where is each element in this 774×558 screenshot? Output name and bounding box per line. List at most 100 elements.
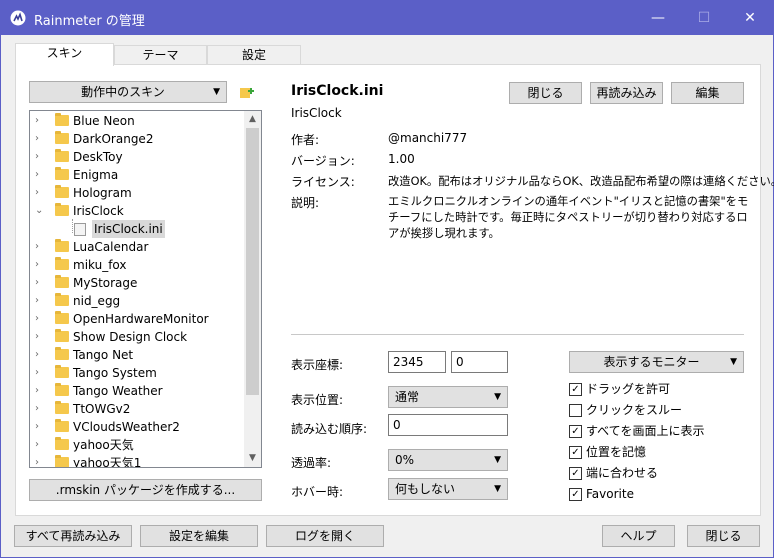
option-label: Favorite (586, 487, 634, 501)
collapsed-chevron-icon[interactable]: › (35, 364, 39, 382)
coord-x-input[interactable]: 2345 (388, 351, 446, 373)
tab-settings[interactable]: 設定 (207, 45, 301, 65)
option-label: ドラッグを許可 (586, 382, 671, 396)
collapsed-chevron-icon[interactable]: › (35, 328, 39, 346)
skin-tree[interactable]: › yahoo天気1 › yahoo天気 › VCloudsWeather2 › TtOWGv… (29, 110, 262, 468)
close-window-button[interactable]: ✕ (727, 1, 773, 35)
tree-folder-item[interactable]: ⌄ IrisClock (30, 202, 242, 220)
collapsed-chevron-icon[interactable]: › (35, 148, 39, 166)
collapsed-chevron-icon[interactable]: › (35, 418, 39, 436)
collapsed-chevron-icon[interactable]: › (35, 274, 39, 292)
hover-dropdown[interactable]: 何もしない ▼ (388, 478, 508, 500)
tree-folder-item[interactable]: › TtOWGv2 (30, 400, 242, 418)
tree-item-label: TtOWGv2 (73, 402, 131, 416)
create-rmskin-button[interactable]: .rmskin パッケージを作成する... (29, 479, 262, 501)
rainmeter-app-icon (10, 10, 26, 26)
checkbox-empty-icon[interactable] (569, 404, 582, 417)
expanded-chevron-icon[interactable]: ⌄ (35, 202, 43, 220)
tree-folder-item[interactable]: › Tango System (30, 364, 242, 382)
collapsed-chevron-icon[interactable]: › (35, 346, 39, 364)
collapsed-chevron-icon[interactable]: › (35, 400, 39, 418)
checkbox-checked-icon[interactable]: ✓ (569, 446, 582, 459)
maximize-button[interactable]: ☐ (681, 1, 727, 35)
collapsed-chevron-icon[interactable]: › (35, 436, 39, 454)
tree-item-label: DeskToy (73, 150, 123, 164)
chevron-down-icon: ▼ (213, 87, 220, 97)
folder-icon (55, 239, 69, 252)
add-skin-icon[interactable] (239, 84, 255, 100)
tree-folder-item[interactable]: › DarkOrange2 (30, 130, 242, 148)
tree-item-label: yahoo天気 (73, 438, 134, 452)
tree-scrollbar[interactable]: ▲ ▼ (244, 111, 261, 467)
collapsed-chevron-icon[interactable]: › (35, 292, 39, 310)
tree-folder-item[interactable]: › Tango Net (30, 346, 242, 364)
folder-icon (55, 401, 69, 414)
edit-settings-button[interactable]: 設定を編集 (140, 525, 258, 547)
tree-folder-item[interactable]: › MyStorage (30, 274, 242, 292)
checkbox-checked-icon[interactable]: ✓ (569, 488, 582, 501)
tree-folder-item[interactable]: › yahoo天気1 (30, 454, 242, 467)
position-label: 表示位置: (291, 393, 344, 407)
collapsed-chevron-icon[interactable]: › (35, 130, 39, 148)
tree-folder-item[interactable]: › Blue Neon (30, 112, 242, 130)
minimize-button[interactable]: — (635, 1, 681, 35)
tab-themes[interactable]: テーマ (114, 45, 207, 65)
chevron-down-icon: ▼ (730, 357, 737, 367)
tree-folder-item[interactable]: › yahoo天気 (30, 436, 242, 454)
collapsed-chevron-icon[interactable]: › (35, 256, 39, 274)
refresh-all-button[interactable]: すべて再読み込み (14, 525, 132, 547)
tree-folder-item[interactable]: › Show Design Clock (30, 328, 242, 346)
display-monitor-button[interactable]: 表示するモニター ▼ (569, 351, 744, 373)
collapsed-chevron-icon[interactable]: › (35, 184, 39, 202)
coord-y-input[interactable]: 0 (451, 351, 508, 373)
tree-folder-item[interactable]: › nid_egg (30, 292, 242, 310)
tree-item-label: Hologram (73, 186, 132, 200)
close-button[interactable]: 閉じる (687, 525, 760, 547)
tree-folder-item[interactable]: › Tango Weather (30, 382, 242, 400)
collapsed-chevron-icon[interactable]: › (35, 166, 39, 184)
tree-folder-item[interactable]: › OpenHardwareMonitor (30, 310, 242, 328)
unload-skin-button[interactable]: 閉じる (509, 82, 582, 104)
tab-skins[interactable]: スキン (15, 43, 114, 66)
tree-item-label: Blue Neon (73, 114, 135, 128)
collapsed-chevron-icon[interactable]: › (35, 310, 39, 328)
title-bar[interactable]: Rainmeter の管理 — ☐ ✕ (1, 1, 773, 35)
tree-folder-item[interactable]: › LuaCalendar (30, 238, 242, 256)
tree-item-label: Show Design Clock (73, 330, 188, 344)
tree-item-label: VCloudsWeather2 (73, 420, 180, 434)
description-label: 説明: (291, 196, 320, 210)
scroll-down-icon[interactable]: ▼ (244, 450, 261, 467)
refresh-skin-button[interactable]: 再読み込み (590, 82, 663, 104)
tree-item-label: LuaCalendar (73, 240, 149, 254)
position-dropdown[interactable]: 通常 ▼ (388, 386, 508, 408)
tree-folder-item[interactable]: › miku_fox (30, 256, 242, 274)
collapsed-chevron-icon[interactable]: › (35, 238, 39, 256)
open-log-button[interactable]: ログを開く (266, 525, 384, 547)
collapsed-chevron-icon[interactable]: › (35, 454, 39, 467)
tree-file-item[interactable]: IrisClock.ini (30, 220, 242, 238)
collapsed-chevron-icon[interactable]: › (35, 112, 39, 130)
folder-icon (55, 419, 69, 432)
checkbox-checked-icon[interactable]: ✓ (569, 383, 582, 396)
folder-icon (55, 257, 69, 270)
checkbox-checked-icon[interactable]: ✓ (569, 467, 582, 480)
details-separator (291, 334, 744, 335)
active-skins-dropdown[interactable]: 動作中のスキン ▼ (29, 81, 227, 103)
folder-icon (55, 203, 69, 216)
checkbox-checked-icon[interactable]: ✓ (569, 425, 582, 438)
scroll-thumb[interactable] (246, 128, 259, 395)
load-order-input[interactable]: 0 (388, 414, 508, 436)
tree-folder-item[interactable]: › Enigma (30, 166, 242, 184)
tree-item-label: Enigma (73, 168, 119, 182)
folder-icon (55, 149, 69, 162)
tree-folder-item[interactable]: › VCloudsWeather2 (30, 418, 242, 436)
edit-skin-button[interactable]: 編集 (671, 82, 744, 104)
scroll-up-icon[interactable]: ▲ (244, 111, 261, 128)
help-button[interactable]: ヘルプ (602, 525, 675, 547)
manage-window: Rainmeter の管理 — ☐ ✕ スキン テーマ 設定 動作中のスキン ▼… (0, 0, 774, 558)
collapsed-chevron-icon[interactable]: › (35, 382, 39, 400)
folder-icon (55, 293, 69, 306)
tree-folder-item[interactable]: › DeskToy (30, 148, 242, 166)
transparency-dropdown[interactable]: 0% ▼ (388, 449, 508, 471)
tree-folder-item[interactable]: › Hologram (30, 184, 242, 202)
